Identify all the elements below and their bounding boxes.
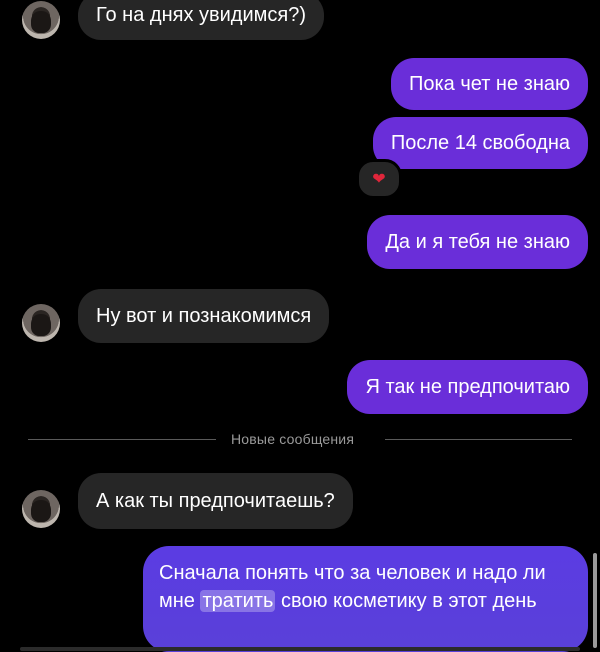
avatar[interactable] [22,304,60,342]
message-bubble-incoming[interactable]: Го на днях увидимся?) [78,0,324,40]
message-bubble-outgoing[interactable]: Сначала понять что за человек и надо ли … [143,546,588,652]
message-text: Я так не предпочитаю [365,376,570,398]
message-text: А как ты предпочитаешь? [96,490,335,512]
reaction-badge[interactable]: ❤ [356,159,402,199]
message-bubble-outgoing[interactable]: После 14 свободна [372,117,588,169]
message-text: Пока чет не знаю [408,73,570,95]
message-bubble-outgoing[interactable]: Да и я тебя не знаю [367,215,588,269]
divider-line-right [385,439,572,440]
message-bubble-incoming[interactable]: Ну вот и познакомимся [78,289,330,343]
avatar[interactable] [22,1,60,39]
new-messages-divider: Новые сообщения [231,431,355,447]
scrollbar[interactable] [593,553,597,648]
message-text: Ну вот и познакомимся [96,305,312,327]
avatar[interactable] [22,490,60,528]
message-text: После 14 свободна [390,132,570,154]
message-text: Го на днях увидимся?) [96,4,306,26]
highlighted-word[interactable]: тратить [200,590,276,612]
message-bubble-outgoing[interactable]: Я так не предпочитаю [347,360,588,414]
message-bubble-outgoing[interactable]: Пока чет не знаю [390,58,588,110]
composer-edge [20,647,580,651]
message-bubble-incoming[interactable]: А как ты предпочитаешь? [78,473,353,529]
message-text: Да и я тебя не знаю [385,231,570,253]
divider-line-left [28,439,216,440]
heart-icon: ❤ [372,171,386,188]
message-text: свою косметику в этот день [280,590,537,612]
